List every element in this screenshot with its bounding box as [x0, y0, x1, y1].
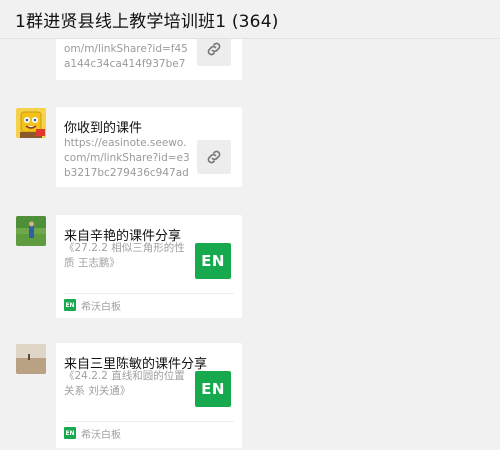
link-url: om/m/linkShare?id=f45a144c34ca414f937be7… — [64, 43, 188, 70]
divider — [64, 293, 234, 294]
chat-header: 1群进贤县线上教学培训班1 (364) — [0, 0, 500, 39]
file-description: 《27.2.2 相似三角形的性质 王志鹏》 — [64, 242, 185, 269]
link-url: https://easinote.seewo.com/m/linkShare?i… — [64, 137, 190, 179]
avatar[interactable] — [16, 108, 46, 138]
source-app-icon: EN — [64, 299, 76, 311]
avatar[interactable] — [16, 216, 46, 246]
en-file-icon: EN — [195, 243, 231, 279]
file-description: 《24.2.2 直线和圆的位置关系 刘关通》 — [64, 370, 185, 397]
chat-title: 1群进贤县线上教学培训班1 (364) — [15, 12, 279, 32]
source-app-name: 希沃白板 — [81, 302, 121, 313]
source-app-name: 希沃白板 — [81, 430, 121, 441]
message-title: 你收到的课件 — [64, 121, 143, 136]
link-icon[interactable] — [197, 140, 231, 174]
link-card[interactable]: 你收到的课件 https://easinote.seewo.com/m/link… — [56, 107, 242, 187]
en-file-icon: EN — [195, 371, 231, 407]
divider — [64, 421, 234, 422]
source-app-icon: EN — [64, 427, 76, 439]
avatar[interactable] — [16, 344, 46, 374]
file-share-card[interactable]: 来自三里陈敏的课件分享 《24.2.2 直线和圆的位置关系 刘关通》 EN EN… — [56, 343, 242, 448]
file-share-card[interactable]: 来自辛艳的课件分享 《27.2.2 相似三角形的性质 王志鹏》 EN EN 希沃… — [56, 215, 242, 318]
